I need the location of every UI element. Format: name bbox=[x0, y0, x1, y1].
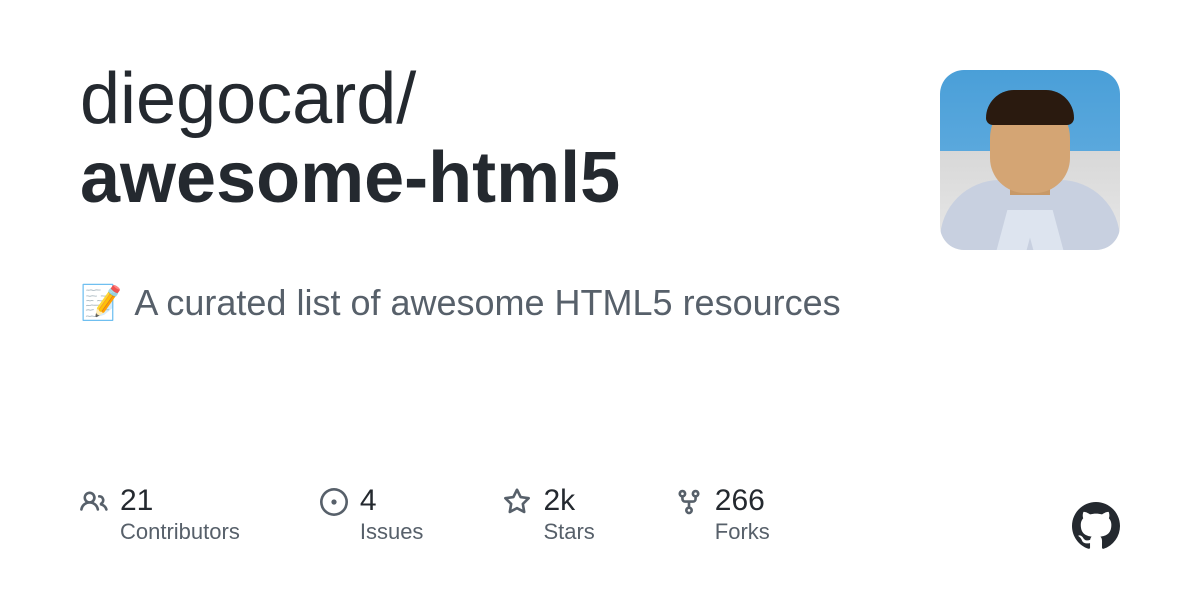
stars-stat[interactable]: 2k Stars bbox=[503, 484, 594, 545]
star-icon bbox=[503, 488, 531, 516]
forks-label: Forks bbox=[715, 519, 770, 545]
issues-label: Issues bbox=[360, 519, 424, 545]
repo-owner: diegocard bbox=[80, 59, 396, 139]
fork-icon bbox=[675, 488, 703, 516]
github-logo-icon[interactable] bbox=[1072, 502, 1120, 550]
stars-value: 2k bbox=[543, 484, 594, 517]
description-text: A curated list of awesome HTML5 resource… bbox=[134, 282, 840, 324]
contributors-label: Contributors bbox=[120, 519, 240, 545]
stars-label: Stars bbox=[543, 519, 594, 545]
issues-value: 4 bbox=[360, 484, 424, 517]
forks-value: 266 bbox=[715, 484, 770, 517]
issues-stat[interactable]: 4 Issues bbox=[320, 484, 424, 545]
repo-title[interactable]: diegocard/ awesome-html5 bbox=[80, 60, 940, 218]
people-icon bbox=[80, 488, 108, 516]
repo-name: awesome-html5 bbox=[80, 139, 940, 218]
contributors-stat[interactable]: 21 Contributors bbox=[80, 484, 240, 545]
stats-row: 21 Contributors 4 Issues 2k Stars bbox=[80, 484, 770, 545]
issue-icon bbox=[320, 488, 348, 516]
repo-description: 📝 A curated list of awesome HTML5 resour… bbox=[80, 282, 1120, 324]
memo-icon: 📝 bbox=[80, 283, 122, 323]
forks-stat[interactable]: 266 Forks bbox=[675, 484, 770, 545]
slash-separator: / bbox=[396, 59, 416, 139]
contributors-value: 21 bbox=[120, 484, 240, 517]
owner-avatar[interactable] bbox=[940, 70, 1120, 250]
